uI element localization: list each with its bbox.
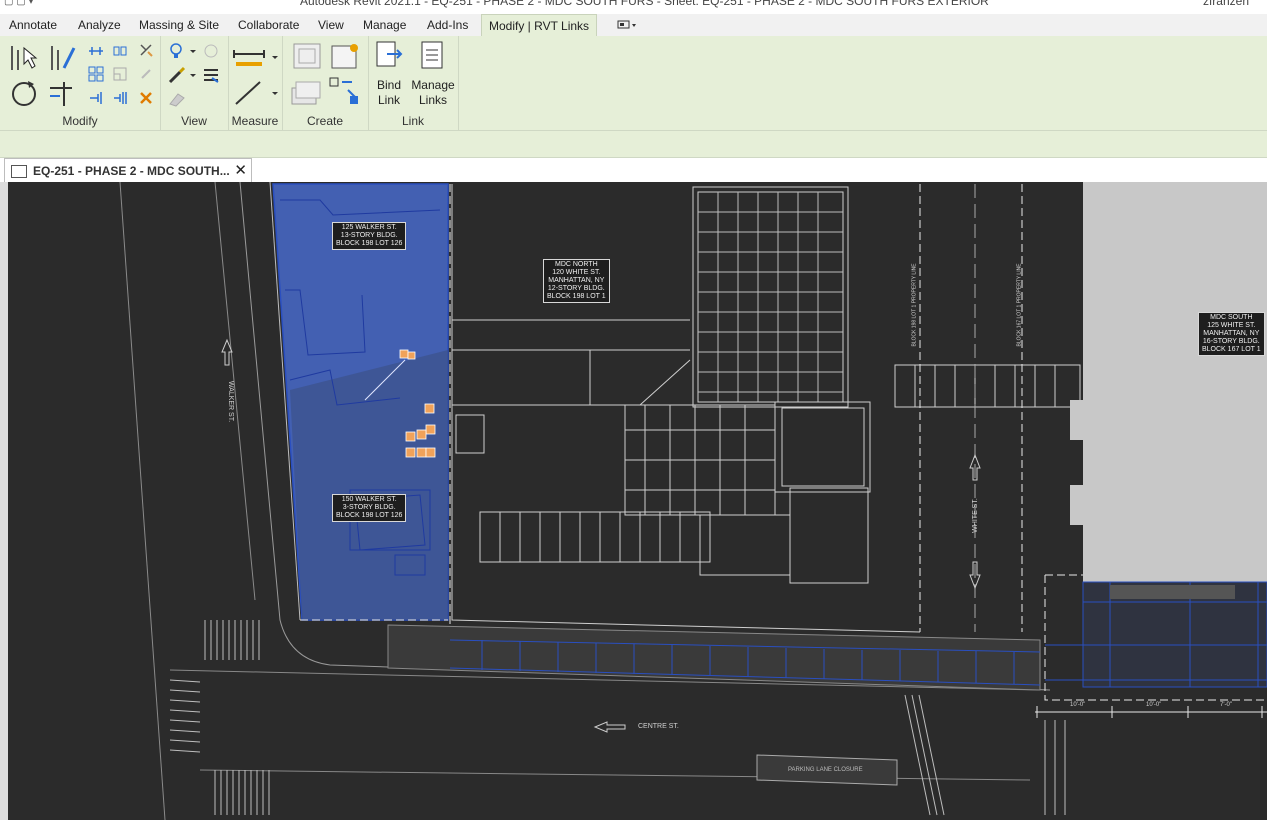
tab-add-ins[interactable]: Add-Ins bbox=[427, 14, 468, 36]
parking-lane-closure-label: PARKING LANE CLOSURE bbox=[788, 767, 863, 773]
tab-massing-site[interactable]: Massing & Site bbox=[139, 14, 219, 36]
document-tab[interactable]: EQ-251 - PHASE 2 - MDC SOUTH... ✕ bbox=[4, 158, 252, 183]
property-line-198-label: BLOCK 198 LOT 1 PROPERTY LINE bbox=[911, 263, 918, 347]
bind-link-button[interactable]: Bind Link bbox=[368, 78, 410, 108]
street-label-white: WHITE ST. bbox=[971, 498, 979, 533]
create-parts-icon[interactable] bbox=[328, 40, 362, 72]
options-bar bbox=[0, 131, 1267, 158]
dimension-3: 7'-0" bbox=[1220, 702, 1232, 708]
panel-modify: Modify bbox=[0, 36, 161, 130]
tab-collaborate[interactable]: Collaborate bbox=[238, 14, 299, 36]
street-label-walker: WALKER ST. bbox=[227, 380, 235, 423]
ribbon-tab-row: Annotate Analyze Massing & Site Collabor… bbox=[0, 14, 1267, 37]
panel-create: Create bbox=[282, 36, 369, 130]
quick-access-toolbar[interactable]: ▢ ▢ ▾ bbox=[4, 0, 33, 7]
panel-measure: Measure bbox=[228, 36, 283, 130]
sheet-icon bbox=[11, 165, 27, 178]
align-icon[interactable] bbox=[88, 44, 104, 58]
title-bar: ▢ ▢ ▾ Autodesk Revit 2021.1 - EQ-251 - P… bbox=[0, 0, 1267, 14]
label-mdc-north[interactable]: MDC NORTH 120 WHITE ST. MANHATTAN, NY 12… bbox=[543, 259, 610, 303]
modify-select-icon[interactable] bbox=[8, 42, 42, 74]
close-icon[interactable]: ✕ bbox=[234, 161, 247, 179]
user-name[interactable]: zfranzen bbox=[1203, 0, 1249, 8]
bind-link-icon[interactable] bbox=[373, 40, 405, 72]
panel-link: Bind Link Manage Links Link bbox=[368, 36, 459, 130]
manage-links-button[interactable]: Manage Links bbox=[408, 78, 458, 108]
street-label-centre: CENTRE ST. bbox=[638, 723, 679, 730]
tab-modify-rvt-links[interactable]: Modify | RVT Links bbox=[481, 14, 598, 37]
override-icon[interactable] bbox=[168, 90, 186, 108]
panel-label-view: View bbox=[181, 114, 207, 128]
measure-between-icon[interactable] bbox=[232, 44, 280, 70]
array-icon[interactable] bbox=[88, 66, 104, 82]
tab-manage[interactable]: Manage bbox=[363, 14, 406, 36]
split-icon[interactable] bbox=[88, 90, 104, 106]
linework-icon[interactable] bbox=[202, 66, 220, 84]
paste-icon[interactable] bbox=[46, 42, 78, 74]
dimension-icon[interactable] bbox=[232, 78, 280, 108]
paintbrush-icon[interactable] bbox=[168, 66, 198, 84]
panel-label-link: Link bbox=[401, 114, 424, 128]
label-125-walker[interactable]: 125 WALKER ST. 13-STORY BLDG. BLOCK 198 … bbox=[332, 222, 407, 250]
document-tab-strip: EQ-251 - PHASE 2 - MDC SOUTH... ✕ bbox=[0, 158, 1267, 183]
split-gap-icon[interactable] bbox=[112, 90, 128, 106]
create-assembly-icon[interactable] bbox=[290, 40, 324, 72]
drawing-canvas[interactable]: 125 WALKER ST. 13-STORY BLDG. BLOCK 198 … bbox=[0, 182, 1267, 820]
panel-label-measure: Measure bbox=[231, 114, 279, 128]
property-line-167-label: BLOCK 167 LOT 1 PROPERTY LINE bbox=[1016, 263, 1023, 347]
window-title: Autodesk Revit 2021.1 - EQ-251 - PHASE 2… bbox=[300, 0, 989, 8]
dimension-1: 10'-0" bbox=[1070, 702, 1086, 708]
delete-icon[interactable] bbox=[138, 90, 154, 106]
label-150-walker[interactable]: 150 WALKER ST. 3-STORY BLDG. BLOCK 198 L… bbox=[332, 494, 407, 522]
ribbon: Modify View Measure Create Bind Link Man… bbox=[0, 36, 1267, 131]
hide-icon[interactable] bbox=[202, 42, 220, 60]
rotate-icon[interactable] bbox=[8, 78, 40, 110]
tab-annotate[interactable]: Annotate bbox=[9, 14, 57, 36]
mirror-icon[interactable] bbox=[138, 42, 154, 58]
panel-label-create: Create bbox=[306, 114, 344, 128]
scale-icon[interactable] bbox=[112, 66, 128, 82]
lightbulb-icon[interactable] bbox=[168, 42, 198, 60]
create-similar-icon[interactable] bbox=[328, 76, 362, 108]
document-tab-title: EQ-251 - PHASE 2 - MDC SOUTH... bbox=[33, 164, 230, 178]
tab-analyze[interactable]: Analyze bbox=[78, 14, 121, 36]
offset-icon[interactable] bbox=[112, 44, 128, 58]
manage-links-icon[interactable] bbox=[416, 40, 448, 72]
trim-extend-icon[interactable] bbox=[46, 78, 78, 110]
pin-icon[interactable] bbox=[138, 66, 154, 82]
panel-view: View bbox=[160, 36, 229, 130]
panel-toggle-icon[interactable] bbox=[612, 14, 638, 36]
tab-view[interactable]: View bbox=[318, 14, 344, 36]
dimension-2: 10'-0" bbox=[1146, 702, 1162, 708]
label-mdc-south[interactable]: MDC SOUTH 125 WHITE ST. MANHATTAN, NY 16… bbox=[1198, 312, 1265, 356]
panel-label-modify: Modify bbox=[62, 114, 98, 128]
create-group-icon[interactable] bbox=[288, 76, 324, 108]
